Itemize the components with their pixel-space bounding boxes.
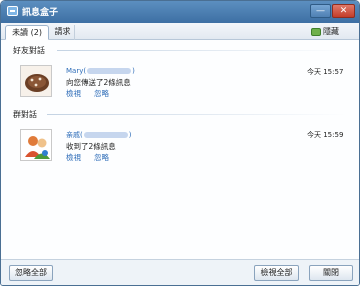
tab-requests[interactable]: 請求 xyxy=(51,25,75,40)
message-time: 今天 15:57 xyxy=(307,68,344,76)
view-link[interactable]: 檢視 xyxy=(66,88,81,99)
tab-unread[interactable]: 未讀 (2) xyxy=(5,25,49,40)
bottom-bar: 忽略全部 檢視全部 關閉 xyxy=(1,259,359,285)
view-all-button[interactable]: 檢視全部 xyxy=(254,265,299,281)
ignore-link[interactable]: 忽略 xyxy=(94,88,109,99)
redacted-id xyxy=(83,132,128,138)
contact-name[interactable]: Mary() xyxy=(66,67,135,75)
group-name-suffix: ) xyxy=(128,131,132,139)
group-name-text: 亲戚( xyxy=(66,131,83,139)
avatar[interactable] xyxy=(20,129,52,161)
message-summary: 收到了2條訊息 xyxy=(66,142,116,151)
section-groups-header: 群對話 xyxy=(13,110,37,119)
contact-name-text: Mary( xyxy=(66,67,87,75)
hide-label: 隱藏 xyxy=(323,27,339,36)
close-window-button[interactable]: ✕ xyxy=(332,4,355,18)
redacted-id xyxy=(87,68,132,74)
contact-name-suffix: ) xyxy=(132,67,135,75)
section-friends-header: 好友對話 xyxy=(13,46,45,55)
cookie-avatar-icon xyxy=(21,66,51,96)
section-divider xyxy=(57,50,347,51)
ignore-all-button[interactable]: 忽略全部 xyxy=(9,265,53,281)
window-title: 訊息盒子 xyxy=(22,8,59,18)
minimize-button[interactable]: — xyxy=(310,4,331,18)
group-avatar-icon xyxy=(21,130,51,160)
tab-strip: 未讀 (2) 請求 隱藏 xyxy=(1,23,359,40)
ignore-link[interactable]: 忽略 xyxy=(94,152,109,163)
close-button[interactable]: 關閉 xyxy=(309,265,353,281)
message-summary: 向您傳送了2條訊息 xyxy=(66,78,131,87)
chat-bubble-icon xyxy=(311,28,321,36)
avatar[interactable] xyxy=(20,65,52,97)
group-name[interactable]: 亲戚() xyxy=(66,130,131,140)
view-link[interactable]: 檢視 xyxy=(66,152,81,163)
message-time: 今天 15:59 xyxy=(307,131,344,139)
section-divider xyxy=(47,114,347,115)
hide-button[interactable]: 隱藏 xyxy=(311,26,339,38)
message-box-icon xyxy=(7,6,18,16)
title-bar[interactable]: 訊息盒子 — ✕ xyxy=(1,1,359,23)
message-box-window: 訊息盒子 — ✕ 未讀 (2) 請求 隱藏 好友對話 Mary() 今天 15:… xyxy=(0,0,360,286)
